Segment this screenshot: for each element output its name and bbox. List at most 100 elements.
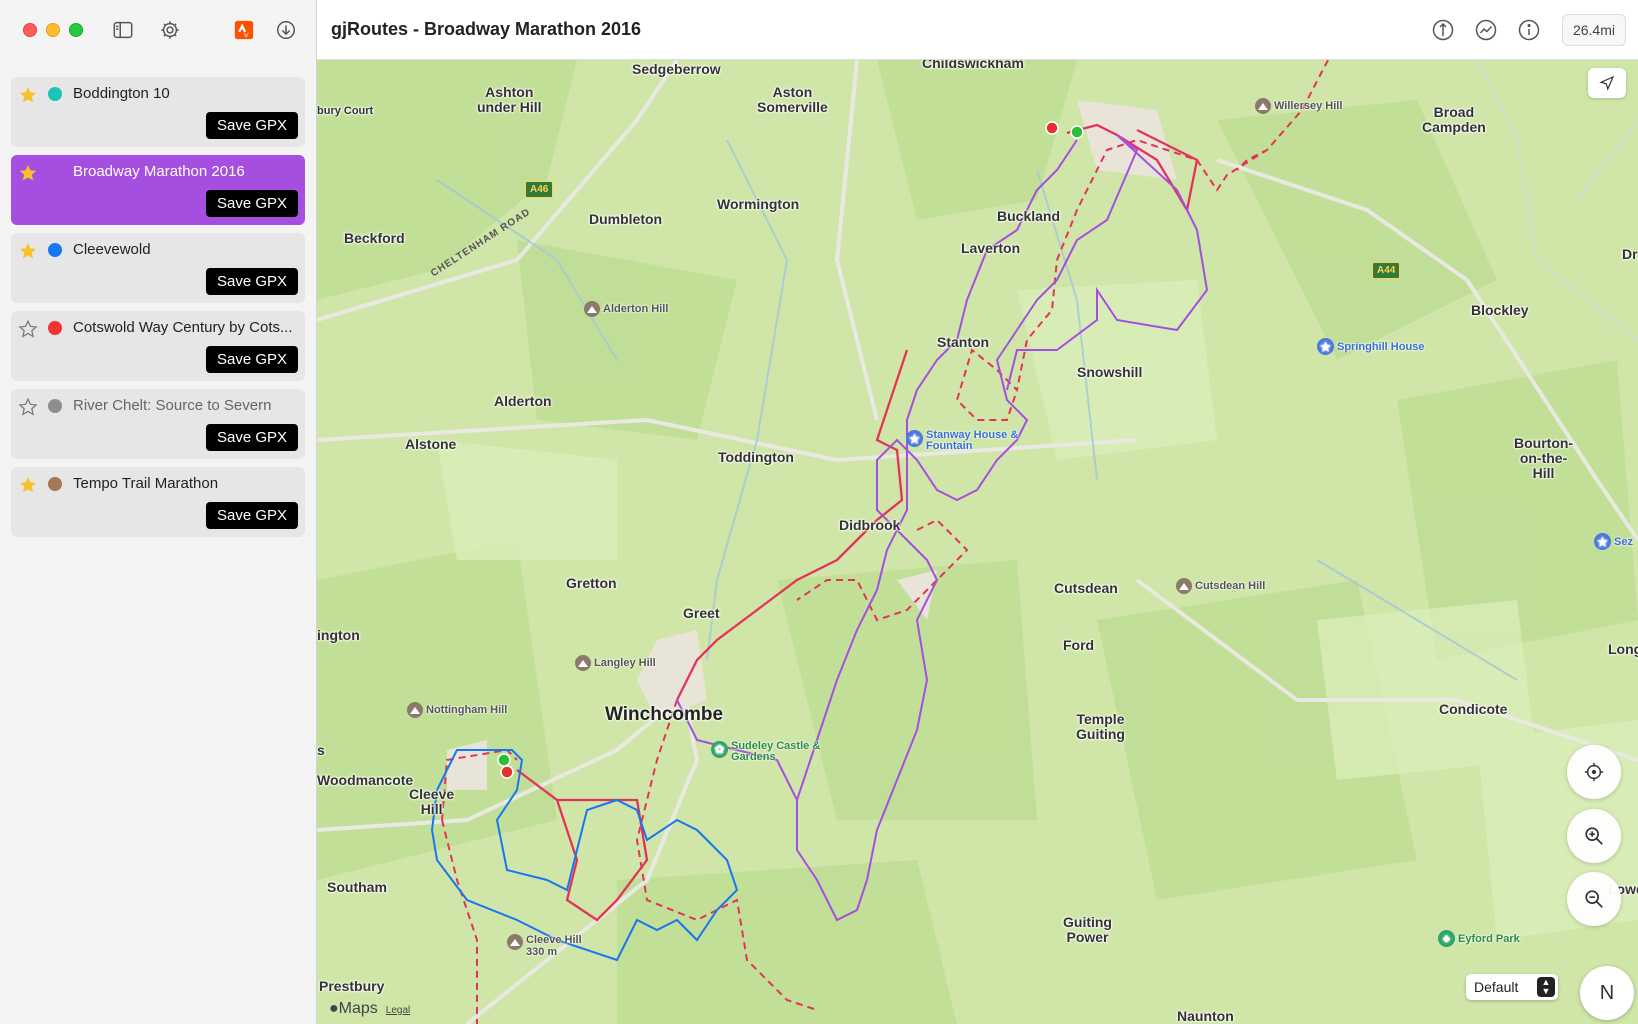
place-label: Didbrook	[839, 517, 901, 533]
sidebar-toggle-icon[interactable]	[111, 18, 135, 42]
download-icon[interactable]	[274, 18, 298, 42]
star-outline-icon[interactable]	[18, 319, 38, 339]
zoom-in-icon	[1585, 827, 1603, 845]
close-window-button[interactable]	[23, 23, 37, 37]
compass-button[interactable]: N	[1580, 966, 1634, 1020]
legal-link[interactable]: Legal	[386, 1005, 410, 1016]
zoom-in-button[interactable]	[1567, 809, 1621, 863]
save-gpx-button[interactable]: Save GPX	[206, 502, 298, 529]
settings-gear-icon[interactable]	[158, 18, 182, 42]
poi-landmark[interactable]: ★ Stanway House & Fountain	[906, 430, 1018, 452]
poi-hill[interactable]: Cutsdean Hill	[1176, 578, 1265, 594]
place-label: Greet	[683, 605, 720, 621]
poi-landmark[interactable]: ★ Springhill House	[1317, 338, 1424, 355]
location-arrow-button[interactable]	[1588, 68, 1626, 98]
poi-hill[interactable]: Langley Hill	[575, 655, 656, 671]
star-outline-icon[interactable]	[18, 397, 38, 417]
star-filled-icon[interactable]	[18, 475, 38, 495]
mountain-icon	[575, 655, 591, 671]
place-label: Alstone	[405, 436, 457, 452]
place-label: Broad Campden	[1422, 104, 1486, 135]
zoom-window-button[interactable]	[69, 23, 83, 37]
road-badge: A46	[525, 181, 554, 198]
poi-hill[interactable]: Nottingham Hill	[407, 702, 507, 718]
route-start-marker	[1070, 125, 1084, 139]
mountain-icon	[407, 702, 423, 718]
window-title: gjRoutes - Broadway Marathon 2016	[331, 19, 642, 39]
route-color-dot	[48, 87, 62, 101]
location-arrow-icon	[1599, 75, 1615, 91]
route-item[interactable]: River Chelt: Source to Severn Save GPX	[11, 389, 305, 459]
route-item[interactable]: Cotswold Way Century by Cots... Save GPX	[11, 311, 305, 381]
route-item[interactable]: Boddington 10 Save GPX	[11, 77, 305, 147]
poi-landmark[interactable]: ✿ Sudeley Castle & Gardens	[711, 741, 820, 763]
poi-label: Cutsdean Hill	[1195, 580, 1266, 592]
place-label: Snowshill	[1077, 364, 1143, 380]
chart-icon[interactable]	[1474, 18, 1498, 42]
map-terrain	[317, 60, 1638, 1024]
route-name: River Chelt: Source to Severn	[73, 397, 272, 414]
poi-hill[interactable]: Cleeve Hill 330 m	[507, 934, 582, 958]
star-filled-icon[interactable]	[18, 241, 38, 261]
zoom-out-button[interactable]	[1567, 872, 1621, 926]
star-landmark-icon: ★	[906, 430, 923, 447]
route-color-dot	[48, 321, 62, 335]
save-gpx-button[interactable]: Save GPX	[206, 424, 298, 451]
mountain-icon	[1255, 98, 1271, 114]
route-item[interactable]: Tempo Trail Marathon Save GPX	[11, 467, 305, 537]
poi-label: Cleeve Hill 330 m	[526, 934, 582, 958]
place-label: Naunton	[1177, 1008, 1234, 1024]
star-filled-icon[interactable]	[18, 85, 38, 105]
place-label: Condicote	[1439, 701, 1508, 717]
map-view[interactable]: Sedgeberrow Childswickham Ashton under H…	[317, 60, 1638, 1024]
save-gpx-button[interactable]: Save GPX	[206, 190, 298, 217]
poi-label: Sez	[1614, 535, 1633, 548]
recenter-button[interactable]	[1567, 745, 1621, 799]
poi-landmark[interactable]: ♣ Eyford Park	[1438, 930, 1520, 947]
route-item[interactable]: Broadway Marathon 2016 Save GPX	[11, 155, 305, 225]
place-label: Laverton	[961, 240, 1021, 256]
garden-icon: ✿	[711, 741, 728, 758]
route-distance: 26.4mi	[1561, 14, 1626, 46]
mountain-icon	[507, 934, 523, 950]
strava-icon[interactable]	[232, 18, 256, 42]
apple-maps-logo: ●Maps	[329, 1000, 378, 1018]
place-label: Cleeve Hill	[409, 786, 455, 817]
place-label: Guiting Power	[1063, 914, 1112, 945]
place-label: Cutsdean	[1054, 580, 1118, 596]
place-label: Toddington	[718, 449, 794, 465]
star-filled-icon[interactable]	[18, 163, 38, 183]
place-label: Woodmancote	[317, 772, 414, 788]
poi-hill[interactable]: Alderton Hill	[584, 301, 668, 317]
route-item[interactable]: Cleevewold Save GPX	[11, 233, 305, 303]
poi-hill[interactable]: Willersey Hill	[1255, 98, 1342, 114]
mountain-icon	[1176, 578, 1192, 594]
save-gpx-button[interactable]: Save GPX	[206, 268, 298, 295]
poi-label: Stanway House & Fountain	[926, 429, 1019, 452]
info-icon[interactable]	[1517, 18, 1541, 42]
poi-label: Springhill House	[1337, 340, 1425, 353]
poi-landmark[interactable]: ★ Sez	[1594, 533, 1633, 550]
route-name: Cotswold Way Century by Cots...	[73, 319, 293, 336]
place-label: ington	[317, 627, 360, 643]
elevation-icon[interactable]	[1431, 18, 1455, 42]
save-gpx-button[interactable]: Save GPX	[206, 346, 298, 373]
tree-icon: ♣	[1438, 930, 1455, 947]
place-label: Winchcombe	[605, 704, 724, 725]
save-gpx-button[interactable]: Save GPX	[206, 112, 298, 139]
place-label: Stanton	[937, 334, 990, 350]
place-label: s	[317, 742, 325, 758]
place-label: bury Court	[317, 105, 374, 117]
place-label: Southam	[327, 879, 387, 895]
place-label: Wormington	[717, 196, 800, 212]
route-start-marker	[497, 753, 511, 767]
place-label: Long	[1608, 641, 1638, 657]
chevron-updown-icon: ▲ ▼	[1537, 977, 1555, 997]
map-style-select[interactable]: Default ▲ ▼	[1466, 974, 1558, 1000]
route-list: Boddington 10 Save GPX Broadway Marathon…	[11, 77, 305, 545]
star-landmark-icon: ★	[1317, 338, 1334, 355]
route-color-dot	[48, 477, 62, 491]
mountain-icon	[584, 301, 600, 317]
titlebar: gjRoutes - Broadway Marathon 2016 26.4mi	[317, 0, 1638, 60]
minimize-window-button[interactable]	[46, 23, 60, 37]
